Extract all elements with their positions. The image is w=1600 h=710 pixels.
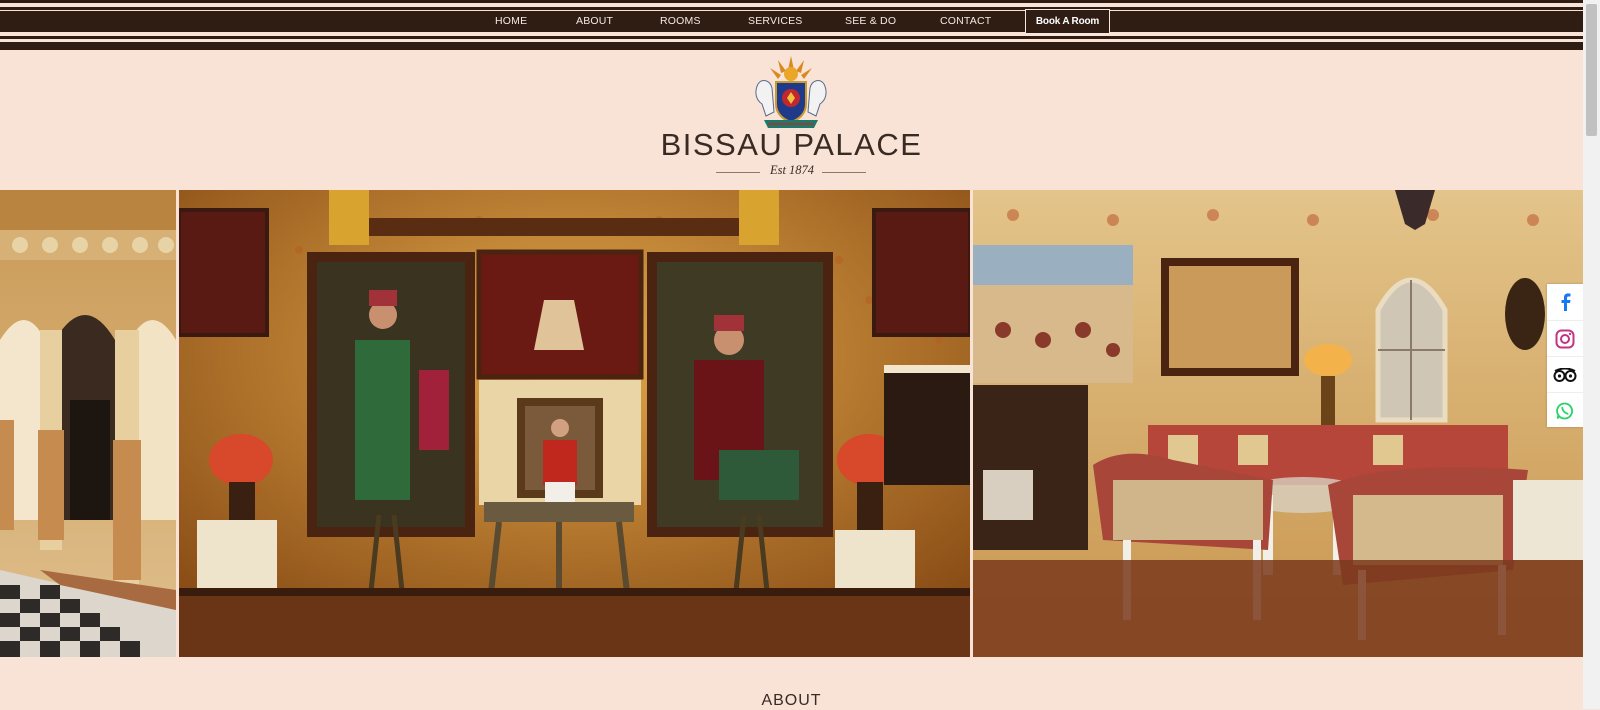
nav-services[interactable]: SERVICES [748, 11, 803, 32]
gallery-photo-courtyard[interactable] [0, 190, 176, 657]
site-header: HOME ABOUT ROOMS SERVICES SEE & DO CONTA… [0, 0, 1583, 50]
brand-name: BISSAU PALACE [660, 127, 923, 162]
tripadvisor-icon [1553, 367, 1577, 382]
tripadvisor-link[interactable] [1547, 356, 1583, 392]
about-section-title: ABOUT [761, 692, 822, 709]
header-stripe [0, 0, 1583, 3]
social-bar [1547, 284, 1583, 427]
main-nav: HOME ABOUT ROOMS SERVICES SEE & DO CONTA… [0, 11, 1583, 32]
nav-rooms[interactable]: ROOMS [660, 11, 701, 32]
nav-see-and-do[interactable]: SEE & DO [845, 11, 896, 32]
header-stripe [0, 36, 1583, 39]
nav-contact[interactable]: CONTACT [940, 11, 991, 32]
palace-crest-logo[interactable] [748, 54, 834, 134]
whatsapp-link[interactable] [1547, 392, 1583, 428]
gallery-photo-portrait-hall[interactable] [179, 190, 970, 657]
facebook-icon [1561, 292, 1571, 311]
instagram-icon [1555, 329, 1575, 348]
whatsapp-icon [1556, 402, 1573, 419]
header-stripe [0, 7, 1583, 10]
gallery-photo-lounge[interactable] [973, 190, 1583, 657]
page-scrollbar[interactable] [1583, 0, 1600, 709]
established-tagline: Est 1874 [769, 163, 815, 177]
nav-home[interactable]: HOME [495, 11, 527, 32]
scrollbar-thumb[interactable] [1586, 4, 1597, 136]
instagram-link[interactable] [1547, 320, 1583, 356]
book-room-button[interactable]: Book A Room [1025, 9, 1110, 34]
photo-gallery [0, 190, 1583, 657]
header-stripe [0, 42, 1583, 50]
facebook-link[interactable] [1547, 284, 1583, 319]
divider-right [822, 172, 866, 173]
nav-about[interactable]: ABOUT [576, 11, 613, 32]
